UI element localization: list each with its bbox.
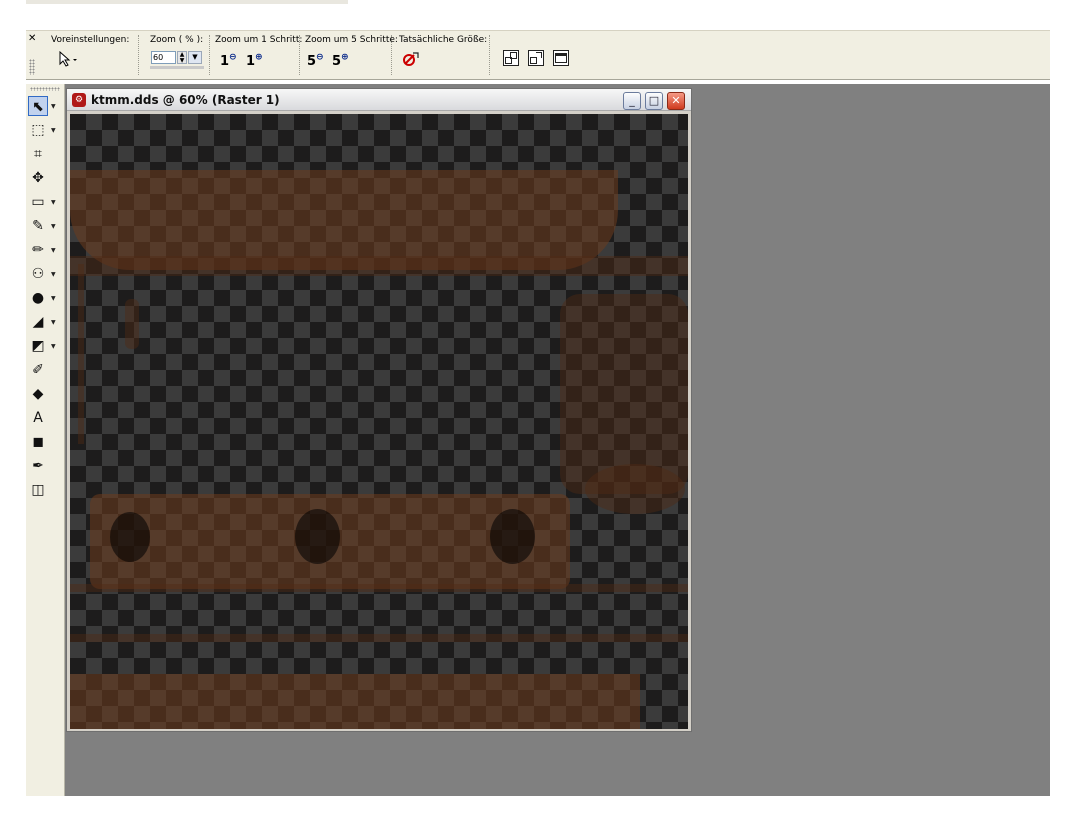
eraser-icon: ✐ <box>32 362 44 378</box>
dropper-icon: ✎ <box>32 218 44 234</box>
toolbar-separator <box>209 35 211 75</box>
tool-flyout-arrow[interactable]: ▼ <box>51 320 56 326</box>
tool-button-pick-arrow[interactable]: ⬉ <box>28 96 48 116</box>
zoom-dropdown-button[interactable]: ▼ <box>188 51 202 64</box>
pick-arrow-icon: ⬉ <box>32 99 44 115</box>
text-tool-icon: A <box>33 410 43 426</box>
fill-icon: ◆ <box>32 386 44 402</box>
warp-icon: ◫ <box>31 482 45 498</box>
zoom-out-icon: 5⊖ <box>307 53 324 70</box>
clone-icon: ⚇ <box>31 266 45 282</box>
tool-flyout-arrow[interactable]: ▼ <box>51 200 56 206</box>
tool-button-zoom-tool[interactable]: ● <box>28 288 48 308</box>
tool-flyout-arrow[interactable]: ▼ <box>51 272 56 278</box>
fit-window-to-image-button[interactable] <box>503 50 519 66</box>
tool-button-shape-tool[interactable]: ◼ <box>28 432 48 452</box>
zoom-spinner[interactable]: ▲ ▼ <box>177 51 187 64</box>
application-window: ✕ Voreinstellungen: Zoom ( % ): 60 ▲ ▼ ▼ … <box>26 0 1050 796</box>
texture-band <box>70 256 688 276</box>
actual-size-label: Tatsächliche Größe: <box>399 35 488 45</box>
tool-options-toolbar: ✕ Voreinstellungen: Zoom ( % ): 60 ▲ ▼ ▼ … <box>26 30 1050 80</box>
tool-button-paint-brush[interactable]: ✏ <box>28 240 48 260</box>
zoom-in-one-step-button[interactable]: 1⊕ <box>246 49 263 70</box>
shape-tool-icon: ◼ <box>32 434 44 450</box>
texture-strip <box>78 264 84 444</box>
presets-label: Voreinstellungen: <box>51 35 130 45</box>
move-icon: ✥ <box>32 170 44 186</box>
tool-button-rect-select[interactable]: ▭ <box>28 192 48 212</box>
tool-button-dropper[interactable]: ✎ <box>28 216 48 236</box>
minimize-button[interactable]: _ <box>623 92 641 110</box>
toolbar-separator <box>391 35 393 75</box>
pen-tool-icon: ✒ <box>32 458 44 474</box>
tool-button-move[interactable]: ✥ <box>28 168 48 188</box>
fit-image-to-window-button[interactable] <box>528 50 544 66</box>
tool-button-color-replace[interactable]: ◩ <box>28 336 48 356</box>
document-title: ktmm.dds @ 60% (Raster 1) <box>91 93 280 107</box>
zoom-out-one-step-button[interactable]: 1⊖ <box>220 49 237 70</box>
zoom-tool-icon: ● <box>31 290 45 306</box>
full-window-button[interactable] <box>553 50 569 66</box>
zoom-percent-input[interactable]: 60 <box>151 51 176 64</box>
document-icon: ⚙ <box>72 93 86 107</box>
tool-button-clone[interactable]: ⚇ <box>28 264 48 284</box>
texture-round-part <box>585 464 685 514</box>
texture-hole <box>110 512 150 562</box>
tool-flyout-arrow[interactable]: ▼ <box>51 344 56 350</box>
zoom-one-step-label: Zoom um 1 Schritt: <box>215 35 303 45</box>
toolbar-separator <box>299 35 301 75</box>
tool-button-text-tool[interactable]: A <box>28 408 48 428</box>
paint-brush-icon: ✏ <box>32 242 44 258</box>
maximize-button[interactable]: □ <box>645 92 663 110</box>
tool-button-fill[interactable]: ◆ <box>28 384 48 404</box>
toolbar-grip[interactable] <box>29 59 35 75</box>
selection-icon: ⬚ <box>31 122 45 138</box>
window-top-edge <box>26 0 348 4</box>
zoom-in-icon: 5⊕ <box>332 53 349 70</box>
texture-rail <box>70 634 688 642</box>
zoom-slider[interactable] <box>150 66 204 69</box>
tool-flyout-arrow[interactable]: ▼ <box>51 248 56 254</box>
texture-rail <box>70 584 688 592</box>
tool-button-eraser[interactable]: ✐ <box>28 360 48 380</box>
tool-button-pen-tool[interactable]: ✒ <box>28 456 48 476</box>
close-palette-button[interactable]: ✕ <box>28 34 38 44</box>
color-replace-icon: ◩ <box>31 338 45 354</box>
tool-flyout-arrow[interactable]: ▼ <box>51 128 56 134</box>
image-canvas[interactable] <box>70 114 688 729</box>
workspace-area: ⚙ ktmm.dds @ 60% (Raster 1) _ □ ✕ <box>65 84 1050 796</box>
texture-bottom-panel <box>70 674 640 729</box>
toolbar-separator <box>489 35 491 75</box>
tool-button-crop[interactable]: ⌗ <box>28 144 48 164</box>
zoom-out-five-steps-button[interactable]: 5⊖ <box>307 49 324 70</box>
close-document-button[interactable]: ✕ <box>667 92 685 110</box>
tool-button-selection[interactable]: ⬚ <box>28 120 48 140</box>
presets-dropdown[interactable] <box>58 50 82 67</box>
tools-palette: ⬉ ▼ ⬚ ▼ ⌗ ✥ ▭ ▼ ✎ ▼ ✏ ▼ ⚇ ▼ ● ▼ ◢ ▼ ◩ ▼ ✐ ◆ A ◼ ✒ ◫ <box>26 84 65 796</box>
tool-flyout-arrow[interactable]: ▼ <box>51 224 56 230</box>
document-window: ⚙ ktmm.dds @ 60% (Raster 1) _ □ ✕ <box>66 88 692 732</box>
zoom-five-steps-label: Zoom um 5 Schritte: <box>305 35 398 45</box>
dodge-icon: ◢ <box>32 314 44 330</box>
rect-select-icon: ▭ <box>31 194 45 210</box>
zoom-percent-label: Zoom ( % ): <box>150 35 204 45</box>
tool-flyout-arrow[interactable]: ▼ <box>51 296 56 302</box>
texture-top-panel <box>70 170 618 270</box>
zoom-out-icon: 1⊖ <box>220 53 237 70</box>
tool-button-dodge[interactable]: ◢ <box>28 312 48 332</box>
zoom-in-icon: 1⊕ <box>246 53 263 70</box>
tool-button-warp[interactable]: ◫ <box>28 480 48 500</box>
actual-size-button[interactable] <box>402 50 420 68</box>
texture-hole <box>295 509 340 564</box>
actual-size-icon <box>403 52 419 66</box>
texture-hole <box>490 509 535 564</box>
zoom-in-five-steps-button[interactable]: 5⊕ <box>332 49 349 70</box>
document-titlebar[interactable]: ⚙ ktmm.dds @ 60% (Raster 1) _ □ ✕ <box>67 89 691 111</box>
toolbar-separator <box>138 35 140 75</box>
texture-knob <box>125 299 139 349</box>
tool-flyout-arrow[interactable]: ▼ <box>51 104 56 110</box>
crop-icon: ⌗ <box>34 146 42 162</box>
toolbox-grip[interactable] <box>30 87 60 91</box>
